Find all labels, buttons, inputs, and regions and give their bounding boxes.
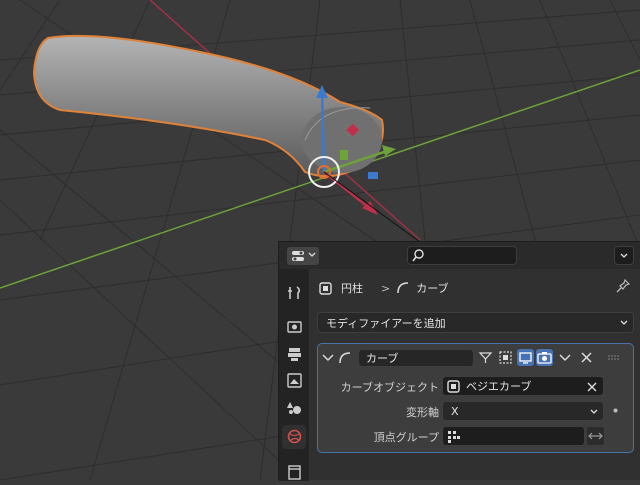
deform-axis-select[interactable]: X bbox=[442, 401, 604, 421]
header-options-dropdown[interactable] bbox=[614, 246, 634, 265]
view-layer-icon bbox=[287, 373, 302, 388]
search-icon bbox=[412, 249, 425, 262]
realtime-icon[interactable] bbox=[517, 349, 534, 366]
curve-object-label: カーブオブジェクト bbox=[340, 381, 439, 394]
chevron-down-icon bbox=[308, 252, 316, 258]
curve-object-field[interactable]: ベジエカーブ bbox=[442, 376, 604, 396]
curve-modifier-icon bbox=[396, 281, 410, 295]
dropdown-icon[interactable] bbox=[559, 353, 571, 363]
tab-tool[interactable] bbox=[282, 281, 306, 305]
breadcrumb-modifier: カーブ bbox=[416, 282, 449, 295]
modifier-collapse-icon[interactable] bbox=[322, 353, 334, 363]
close-icon[interactable] bbox=[581, 352, 592, 363]
world-icon bbox=[287, 429, 302, 444]
breadcrumb: 円柱 > カーブ bbox=[319, 279, 449, 297]
modifier-name-field[interactable]: カーブ bbox=[358, 348, 474, 367]
tab-scene[interactable] bbox=[282, 396, 306, 420]
tab-view-layer[interactable] bbox=[282, 369, 306, 393]
curve-modifier-panel: カーブ カーブオブジェクト ベジエカーブ 変形軸 X 頂点グループ bbox=[317, 343, 634, 453]
vertex-group-label: 頂点グループ bbox=[373, 431, 439, 444]
chevron-down-icon bbox=[620, 320, 628, 326]
drag-handle-icon[interactable] bbox=[608, 354, 620, 361]
vertex-group-field[interactable] bbox=[442, 426, 585, 446]
scene-icon bbox=[287, 400, 302, 415]
search-input[interactable] bbox=[407, 246, 517, 265]
modifier-name-value: カーブ bbox=[366, 351, 399, 365]
keyframe-dot[interactable] bbox=[613, 408, 618, 413]
vertex-group-icon bbox=[447, 430, 460, 443]
collection-icon bbox=[287, 465, 302, 480]
properties-editor: 円柱 > カーブ モディファイアーを追加 カーブ カーブオブジェクト ベジエカー… bbox=[278, 241, 640, 481]
breadcrumb-object: 円柱 bbox=[341, 282, 363, 295]
render-icon bbox=[287, 319, 302, 333]
tab-render[interactable] bbox=[282, 314, 306, 338]
object-icon bbox=[447, 379, 460, 393]
modifier-header: カーブ bbox=[322, 348, 629, 367]
swap-icon[interactable] bbox=[586, 426, 605, 446]
editor-type-icon bbox=[291, 250, 305, 262]
deform-axis-value: X bbox=[451, 404, 459, 418]
render-toggle-icon[interactable] bbox=[536, 349, 553, 366]
tab-output[interactable] bbox=[282, 342, 306, 366]
close-icon[interactable] bbox=[587, 382, 597, 392]
object-icon bbox=[319, 281, 332, 295]
properties-tabs bbox=[279, 269, 309, 481]
chevron-down-icon bbox=[620, 253, 628, 259]
curve-modifier-icon bbox=[338, 351, 352, 365]
tool-icon bbox=[287, 285, 302, 301]
edit-mode-icon[interactable] bbox=[477, 349, 494, 366]
editor-type-selector[interactable] bbox=[287, 247, 319, 265]
cage-icon[interactable] bbox=[497, 349, 514, 366]
deform-axis-label: 変形軸 bbox=[406, 406, 439, 419]
properties-header bbox=[279, 242, 640, 269]
tab-collection[interactable] bbox=[282, 461, 306, 485]
breadcrumb-separator: > bbox=[381, 281, 391, 295]
output-icon bbox=[287, 347, 302, 361]
add-modifier-label: モディファイアーを追加 bbox=[326, 316, 446, 330]
pin-icon[interactable] bbox=[616, 279, 630, 293]
add-modifier-button[interactable]: モディファイアーを追加 bbox=[317, 312, 634, 333]
tab-world[interactable] bbox=[282, 425, 306, 449]
chevron-down-icon bbox=[590, 409, 598, 415]
curve-object-value: ベジエカーブ bbox=[466, 380, 532, 393]
